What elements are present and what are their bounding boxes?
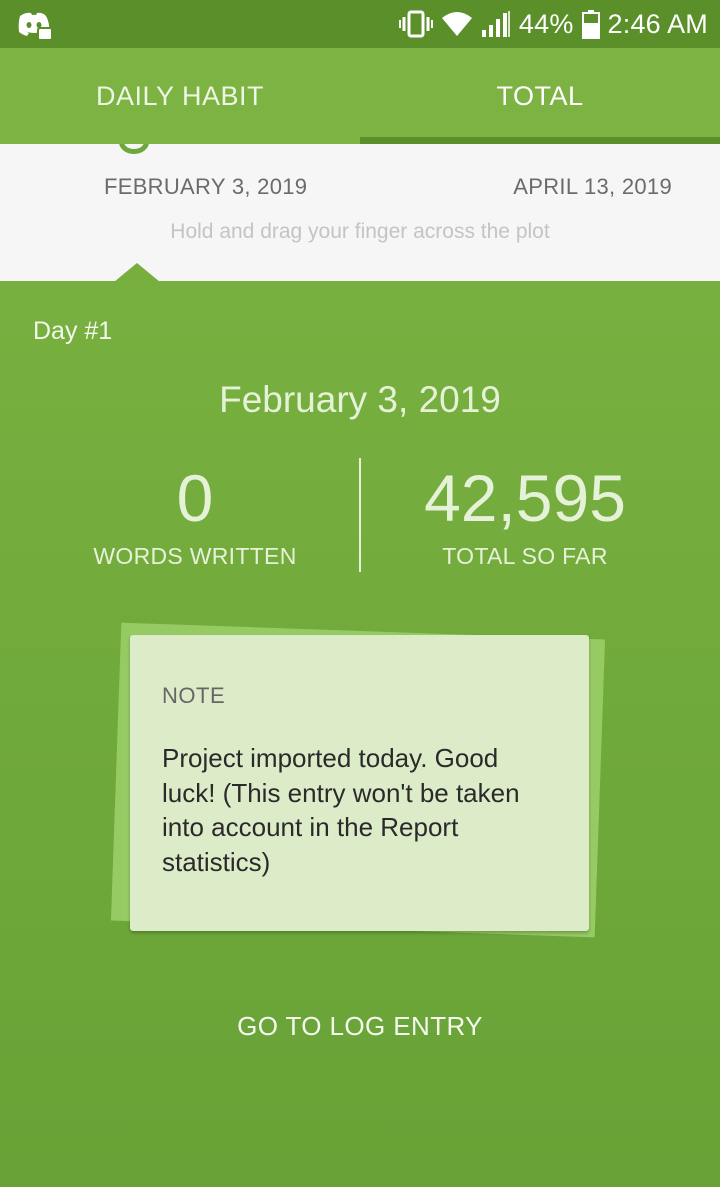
total-so-far-label: TOTAL SO FAR [442,543,608,569]
vibrate-icon [398,9,433,39]
selection-pointer [114,263,160,282]
day-number: Day #1 [33,317,113,345]
clock: 2:46 AM [607,8,708,39]
day-detail-panel: Day #1 February 3, 2019 0 WORDS WRITTEN … [0,281,720,1187]
discord-icon [16,10,53,41]
note-card: NOTE Project imported today. Good luck! … [130,635,589,931]
note-body: Project imported today. Good luck! (This… [162,743,520,877]
note-title: NOTE [162,683,226,708]
wifi-icon [441,10,473,38]
tab-daily-habit[interactable]: DAILY HABIT [0,48,360,144]
tab-total[interactable]: TOTAL [360,48,720,144]
words-written-stat: 0 WORDS WRITTEN [30,461,360,570]
tab-selected-indicator [360,137,720,144]
total-so-far-stat: 42,595 TOTAL SO FAR [360,461,690,570]
range-start-date: FEBRUARY 3, 2019 [104,174,308,199]
status-bar: 44% 2:46 AM [0,0,720,48]
total-so-far-value: 42,595 [424,461,626,535]
signal-icon [481,10,511,38]
range-end-date: APRIL 13, 2019 [513,174,672,199]
words-written-label: WORDS WRITTEN [93,543,297,569]
battery-percent: 44% [518,8,574,39]
tab-bar: DAILY HABIT TOTAL [0,48,720,144]
battery-icon [581,9,600,39]
plot-marker[interactable] [119,144,149,154]
selected-date: February 3, 2019 [219,379,501,420]
date-range-panel[interactable]: FEBRUARY 3, 2019 APRIL 13, 2019 Hold and… [0,144,720,281]
words-written-value: 0 [176,461,214,535]
plot-hint: Hold and drag your finger across the plo… [170,220,550,243]
go-to-log-entry-button[interactable]: GO TO LOG ENTRY [160,999,560,1053]
